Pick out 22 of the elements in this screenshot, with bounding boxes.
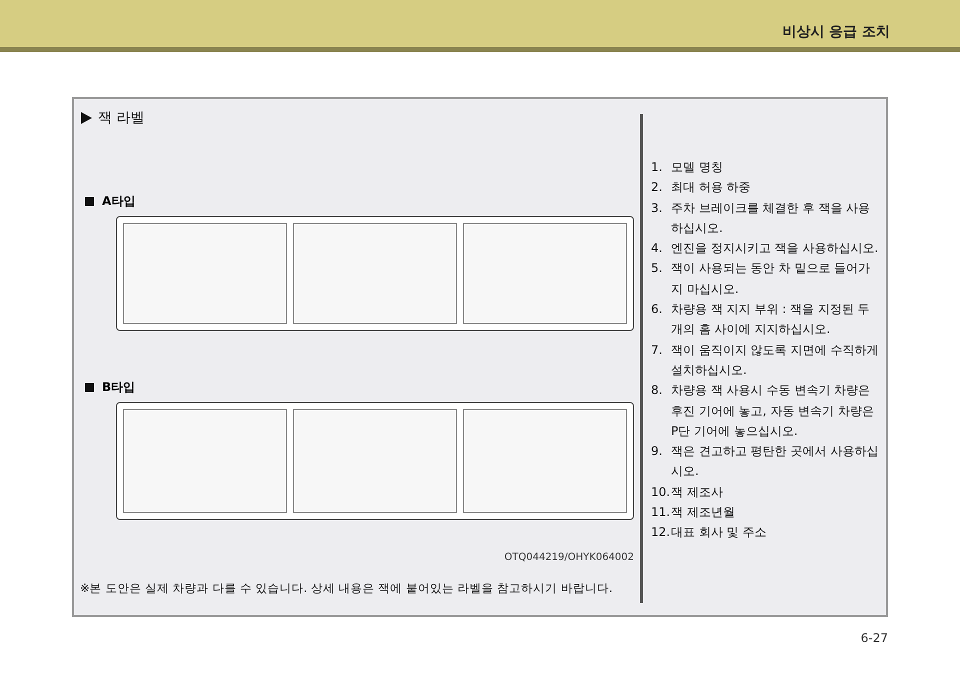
square-icon [85,197,94,206]
legend-item: 10.잭 제조사 [651,484,724,501]
legend-item: 11.잭 제조년월 [651,504,736,522]
legend-item: 5. 잭이 사용되는 동안 차 밑으로 들어가지 마십시오. [651,260,872,298]
legend-item: 9. 잭은 견고하고 평탄한 곳에서 사용하십시오. [651,443,880,480]
legend-item: 8. 차량용 잭 사용시 수동 변속기 차량은 후진 기어에 놓고, 자동 변속기 차량은 P단 기어에 놓으십시오. [651,382,875,440]
legend-item: 4. 엔진을 정지시키고 잭을 사용하십시오. [651,240,880,258]
image-code: OTQ044219/OHYK064002 [504,552,634,563]
legend-item: 2. 최대 허용 하중 [651,179,752,196]
section-heading: 잭 라벨 [80,109,634,127]
page-number: 6-27 [860,631,888,645]
section-title: 비상시 응급 조치 [782,23,890,41]
square-icon [85,383,94,392]
triangle-icon [80,112,92,124]
legend-item: 12.대표 회사 및 주소 [651,524,768,542]
legend-item: 7. 잭이 움직이지 않도록 지면에 수직하게 설치하십시오. [651,342,880,379]
label-type-heading: B타입 [102,379,136,396]
legend-item: 3. 주차 브레이크를 체결한 후 잭을 사용하십시오. [651,200,872,237]
legend-item: 1. 모델 명칭 [651,159,724,176]
legend-item: 6. 차량용 잭 지지 부위 : 잭을 지정된 두개의 홈 사이에 지지하십시오. [651,301,871,338]
footnote: ※본 도안은 실제 차량과 다를 수 있습니다. 상세 내용은 잭에 붙어있는 라벨을 참고하시기 바랍니다. [80,581,614,596]
label-type-heading: A타입 [102,193,136,210]
